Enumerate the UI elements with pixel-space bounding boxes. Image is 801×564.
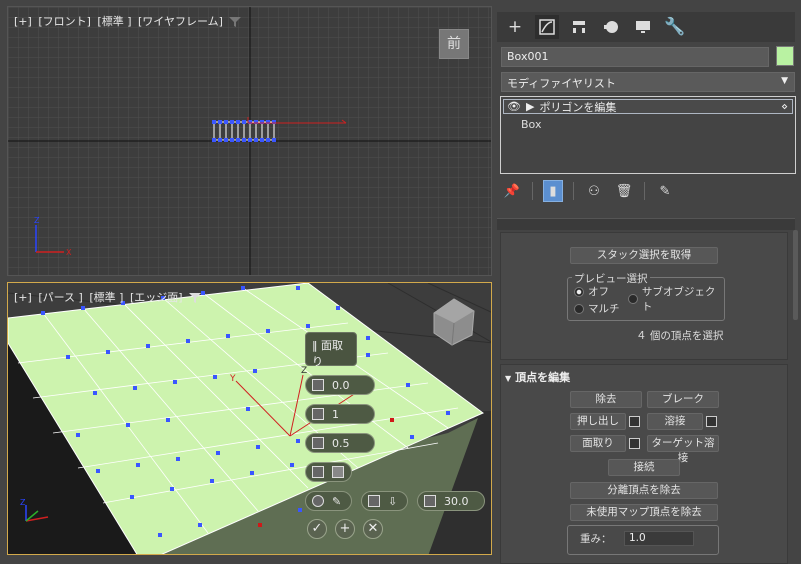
front-viewport[interactable]: Z X [+] [フロント] [標準 ] [ワイヤフレーム] 前 — [7, 6, 492, 276]
modifier-stack: 👁 ▶ ポリゴンを編集 ⋄ Box — [500, 96, 796, 174]
object-color-swatch[interactable] — [776, 46, 794, 66]
svg-text:X: X — [66, 248, 72, 257]
make-unique-icon[interactable]: ⚇ — [584, 180, 604, 202]
chamfer-settings-icon[interactable] — [629, 438, 640, 449]
perspective-viewport-label: [+] [パース ] [標準 ] [エッジ面] — [14, 289, 202, 305]
app-root: Z X [+] [フロント] [標準 ] [ワイヤフレーム] 前 Y Z Z [… — [0, 0, 801, 564]
remove-button[interactable]: 除去 — [570, 391, 642, 408]
chamfer-angle-field[interactable]: 30.0 — [417, 491, 485, 511]
preview-subobject-radio[interactable]: サブオブジェクト — [628, 284, 724, 314]
weld-settings-icon[interactable] — [706, 416, 717, 427]
hierarchy-tab-icon[interactable] — [567, 15, 591, 39]
create-tab-icon[interactable]: + — [503, 15, 527, 39]
cancel-icon[interactable]: ✕ — [363, 519, 383, 539]
chamfer-height-field[interactable]: 0.0 — [305, 375, 375, 395]
weight-label: 重み： — [580, 533, 612, 545]
cube-icon — [368, 495, 380, 507]
pin-stack-icon[interactable]: 📌 — [502, 180, 522, 202]
remove-isolated-vertices-button[interactable]: 分離頂点を除去 — [570, 482, 718, 499]
panel-scrollbar[interactable] — [793, 230, 798, 320]
toggle-icon — [332, 466, 344, 478]
modify-tab-icon[interactable] — [535, 15, 559, 39]
chamfer-amount-field[interactable]: 0.5 — [305, 433, 375, 453]
filter-icon[interactable] — [189, 293, 202, 303]
viewport-pov-menu[interactable]: [パース ] — [38, 291, 83, 304]
remove-unused-map-vertices-button[interactable]: 未使用マップ頂点を除去 — [570, 504, 718, 521]
chevron-down-icon: ▼ — [781, 76, 788, 86]
modifier-list-dropdown[interactable]: モディファイヤリスト ▼ — [501, 72, 795, 92]
weld-button[interactable]: 溶接 — [647, 413, 703, 430]
extrude-settings-icon[interactable] — [629, 416, 640, 427]
separator — [532, 182, 533, 200]
utilities-tab-icon[interactable]: 🔧 — [663, 15, 687, 39]
chamfer-open-toggle[interactable] — [305, 462, 352, 482]
viewcube-front-face[interactable]: 前 — [439, 29, 469, 59]
preview-off-radio[interactable]: オフ — [574, 284, 609, 299]
target-weld-button[interactable]: ターゲット溶接 — [647, 435, 719, 464]
stack-options-icon[interactable]: ⋄ — [781, 100, 788, 113]
chamfer-segments-field[interactable]: 1 — [305, 404, 375, 424]
chamfer-smooth-toggle[interactable]: ✎ — [305, 491, 352, 511]
separator — [644, 182, 645, 200]
arrow-down-icon: ⇩ — [388, 494, 398, 508]
viewport-menu-plus[interactable]: [+] — [14, 291, 32, 304]
display-tab-icon[interactable] — [631, 15, 655, 39]
stack-item-edit-poly[interactable]: 👁 ▶ ポリゴンを編集 ⋄ — [503, 99, 793, 114]
object-name-field[interactable]: Box001 — [501, 47, 769, 67]
apply-icon[interactable]: + — [335, 519, 355, 539]
get-stack-selection-button[interactable]: スタック選択を取得 — [570, 247, 718, 264]
stack-item-box[interactable]: Box — [521, 118, 541, 131]
show-end-result-icon[interactable]: ▮ — [543, 180, 563, 202]
remove-modifier-icon[interactable]: 🗑 — [614, 180, 634, 202]
selection-status: ４ 個の頂点を選択 — [636, 330, 724, 342]
extrude-button[interactable]: 押し出し — [570, 413, 626, 430]
viewport-shading-menu[interactable]: [標準 ] — [97, 15, 131, 28]
svg-text:Z: Z — [20, 498, 26, 507]
eye-icon[interactable]: 👁 — [507, 100, 521, 113]
panel-divider[interactable] — [497, 218, 795, 230]
connect-button[interactable]: 接続 — [608, 459, 680, 476]
command-panel-tabs: + 🔧 — [497, 12, 795, 42]
preview-selection-group: プレビュー選択 オフ サブオブジェクト マルチ — [567, 271, 725, 321]
amount-icon — [312, 437, 324, 449]
height-icon — [312, 379, 324, 391]
filter-icon[interactable] — [229, 17, 242, 27]
chamfer-button[interactable]: 面取り — [570, 435, 626, 452]
collapse-icon: ▼ — [505, 374, 512, 383]
viewport-shading-menu[interactable]: [標準 ] — [89, 291, 123, 304]
ok-icon[interactable]: ✓ — [307, 519, 327, 539]
command-panel: + 🔧 Box001 モディファイヤリスト ▼ 👁 ▶ ポリゴンを編集 ⋄ Bo… — [497, 0, 801, 564]
viewport-display-menu[interactable]: [エッジ面] — [130, 291, 183, 304]
segments-icon — [312, 408, 324, 420]
break-button[interactable]: ブレーク — [647, 391, 719, 408]
viewport-pov-menu[interactable]: [フロント] — [38, 15, 91, 28]
chamfer-smooth-type[interactable]: ⇩ — [361, 491, 408, 511]
caddy-drag-handle-icon[interactable]: ‖ — [312, 339, 318, 352]
separator — [573, 182, 574, 200]
configure-sets-icon[interactable]: ✎ — [655, 180, 675, 202]
weight-group: 重み： 1.0 — [567, 525, 719, 555]
front-viewport-label: [+] [フロント] [標準 ] [ワイヤフレーム] — [14, 13, 242, 29]
pencil-icon: ✎ — [332, 494, 342, 508]
expand-arrow-icon[interactable]: ▶ — [526, 100, 534, 113]
angle-icon — [424, 495, 436, 507]
edit-vertices-header[interactable]: ▼ 頂点を編集 — [505, 369, 570, 385]
weight-spinner[interactable]: 1.0 — [624, 531, 694, 546]
motion-tab-icon[interactable] — [599, 15, 623, 39]
grid-icon — [312, 466, 324, 478]
perspective-viewport[interactable]: Y Z Z [+] [パース ] [標準 ] [エッジ面] ‖ 面取り 0.0 — [7, 282, 492, 555]
selection-rollout: スタック選択を取得 プレビュー選択 オフ サブオブジェクト マルチ ４ 個の頂点… — [500, 232, 788, 360]
svg-text:Z: Z — [34, 216, 40, 225]
preview-multi-radio[interactable]: マルチ — [574, 301, 620, 316]
chamfer-caddy-title[interactable]: ‖ 面取り — [305, 332, 357, 368]
stack-toolbar: 📌 ▮ ⚇ 🗑 ✎ — [502, 179, 675, 203]
viewport-menu-plus[interactable]: [+] — [14, 15, 32, 28]
smooth-icon — [312, 495, 324, 507]
svg-text:Z: Z — [301, 366, 307, 376]
front-grid: Z X — [8, 7, 491, 275]
viewport-display-menu[interactable]: [ワイヤフレーム] — [138, 15, 223, 28]
perspective-scene: Y Z Z — [8, 283, 491, 554]
svg-text:Y: Y — [229, 374, 236, 384]
edit-vertices-rollout: ▼ 頂点を編集 除去 ブレーク 押し出し 溶接 面取り ターゲット溶接 接続 分離… — [500, 364, 788, 564]
